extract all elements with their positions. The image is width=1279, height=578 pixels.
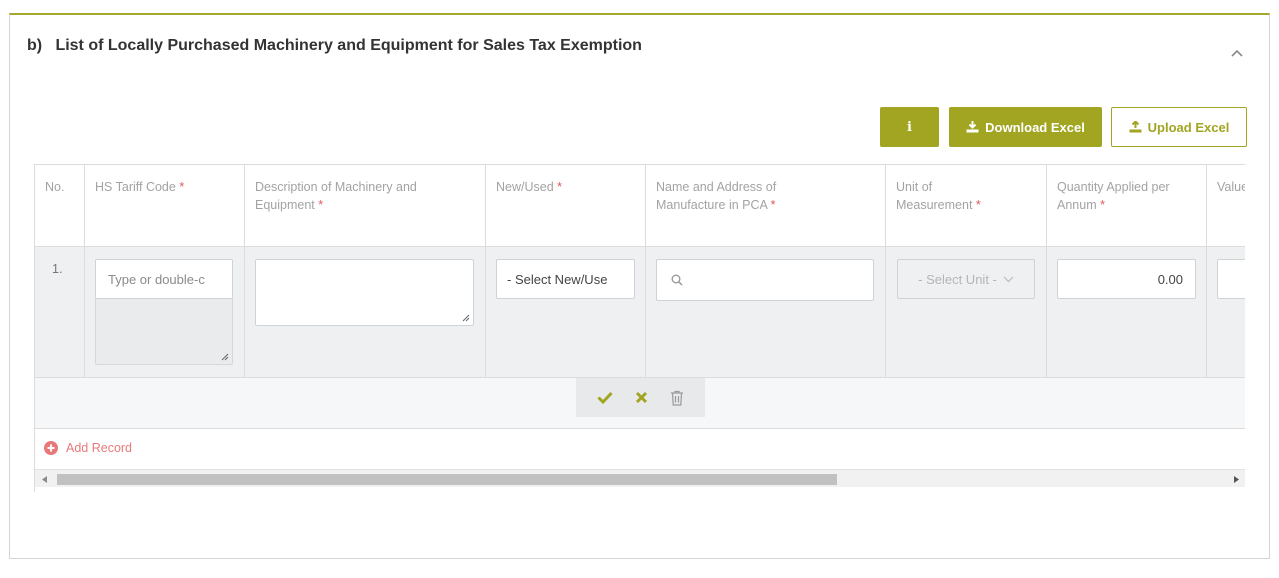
- add-record-label: Add Record: [66, 441, 133, 455]
- close-icon[interactable]: [635, 391, 648, 404]
- column-label: New/Used: [496, 180, 554, 194]
- value-input[interactable]: [1217, 259, 1245, 299]
- quantity-cell: 0.00: [1047, 247, 1207, 377]
- search-icon: [671, 274, 683, 286]
- column-label: HS Tariff Code: [95, 180, 176, 194]
- column-label: Name and Address of Manufacture in PCA: [656, 180, 777, 212]
- manufacturer-cell: [646, 247, 886, 377]
- chevron-up-icon[interactable]: [1227, 46, 1247, 60]
- column-header-unit: Unit of Measurement *: [886, 165, 1047, 247]
- download-icon: [966, 121, 979, 133]
- scroll-right-arrow-icon[interactable]: [1229, 474, 1243, 485]
- add-record-button[interactable]: Add Record: [44, 441, 132, 455]
- required-marker: *: [318, 198, 324, 212]
- trash-icon[interactable]: [670, 390, 684, 406]
- quantity-input[interactable]: 0.00: [1057, 259, 1196, 299]
- column-header-hs-tariff-code: HS Tariff Code *: [85, 165, 245, 247]
- new-used-select[interactable]: - Select New/Use: [496, 259, 635, 299]
- unit-cell: - Select Unit -: [886, 247, 1047, 377]
- column-header-manufacturer: Name and Address of Manufacture in PCA *: [646, 165, 886, 247]
- plus-circle-icon: [44, 441, 58, 455]
- add-record-row: Add Record: [35, 429, 1245, 470]
- row-action-buttons: [576, 378, 705, 417]
- column-header-value: Value: [1207, 165, 1245, 247]
- row-number-cell: 1.: [35, 247, 85, 377]
- download-excel-button[interactable]: Download Excel: [949, 107, 1102, 147]
- horizontal-scrollbar[interactable]: [35, 470, 1245, 487]
- table-header: No. HS Tariff Code * Description of Mach…: [35, 164, 1245, 247]
- scroll-left-arrow-icon[interactable]: [37, 474, 51, 485]
- required-marker: *: [1100, 198, 1105, 212]
- required-marker: *: [179, 180, 185, 194]
- required-marker: *: [975, 198, 981, 212]
- column-label: No.: [45, 180, 65, 194]
- column-header-new-used: New/Used *: [486, 165, 646, 247]
- required-marker: *: [770, 198, 776, 212]
- row-number: 1.: [52, 262, 63, 276]
- section-title: b) List of Locally Purchased Machinery a…: [27, 37, 642, 54]
- new-used-cell: - Select New/Use: [486, 247, 646, 377]
- table-row: 1. Type or double-c - Select New/Use - S…: [35, 247, 1245, 378]
- required-marker: *: [557, 180, 563, 194]
- chevron-down-icon: [1003, 276, 1014, 282]
- records-table: No. HS Tariff Code * Description of Mach…: [34, 164, 1245, 492]
- column-label: Unit of Measurement: [896, 180, 973, 212]
- unit-select-value: - Select Unit -: [918, 271, 997, 287]
- column-label: Quantity Applied per Annum: [1057, 180, 1170, 212]
- upload-excel-label: Upload Excel: [1147, 119, 1230, 135]
- description-textarea[interactable]: [255, 259, 474, 326]
- column-label: Description of Machinery and Equipment: [255, 180, 417, 212]
- scrollbar-thumb[interactable]: [57, 474, 837, 485]
- column-label: Value: [1217, 180, 1245, 194]
- unit-select[interactable]: - Select Unit -: [897, 259, 1035, 299]
- column-header-no: No.: [35, 165, 85, 247]
- description-cell: [245, 247, 486, 377]
- download-excel-label: Download Excel: [985, 119, 1085, 135]
- info-button[interactable]: i: [880, 107, 939, 147]
- value-cell: [1207, 247, 1245, 377]
- hs-code-input[interactable]: Type or double-c: [95, 259, 233, 299]
- column-header-quantity: Quantity Applied per Annum *: [1047, 165, 1207, 247]
- check-icon[interactable]: [597, 391, 613, 404]
- resize-grip-icon: [221, 353, 229, 361]
- upload-icon: [1129, 121, 1142, 133]
- info-label: i: [907, 119, 912, 135]
- resize-grip-icon: [462, 314, 470, 322]
- manufacturer-search-input[interactable]: [656, 259, 874, 301]
- row-actions-bar: [35, 378, 1245, 429]
- upload-excel-button[interactable]: Upload Excel: [1111, 107, 1247, 147]
- hs-code-cell: Type or double-c: [85, 247, 245, 377]
- column-header-description: Description of Machinery and Equipment *: [245, 165, 486, 247]
